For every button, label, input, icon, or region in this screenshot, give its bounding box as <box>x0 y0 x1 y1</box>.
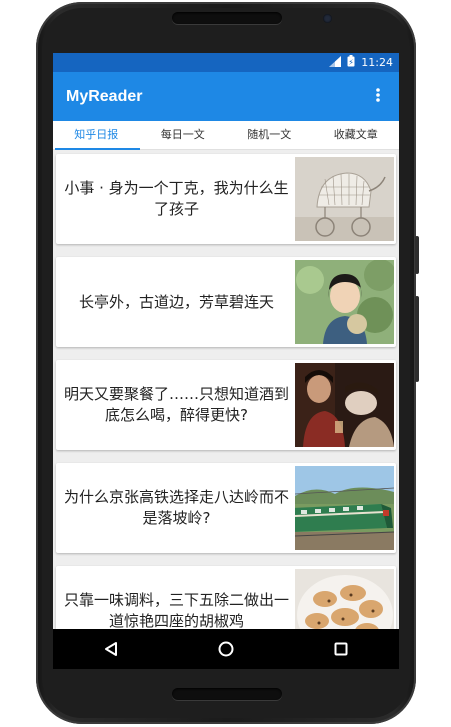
more-vert-icon[interactable] <box>371 86 385 107</box>
app-title: MyReader <box>66 87 143 105</box>
article-title: 只靠一味调料，三下五除二做出一道惊艳四座的胡椒鸡 <box>64 591 290 629</box>
article-title: 小事 · 身为一个丁克，我为什么生了孩子 <box>64 179 289 218</box>
tab-random-article[interactable]: 随机一文 <box>226 121 313 149</box>
girl-portrait-image <box>295 260 394 344</box>
power-button <box>415 236 419 274</box>
article-title: 长亭外，古道边，芳草碧连天 <box>78 292 274 311</box>
tab-daily-article[interactable]: 每日一文 <box>140 121 227 149</box>
bottom-speaker <box>172 688 282 700</box>
home-icon[interactable] <box>206 634 246 664</box>
volume-button <box>415 296 419 382</box>
article-list: 小事 · 身为一个丁克，我为什么生了孩子 长亭外，古道边，芳草碧连天 明天又要聚… <box>53 150 399 629</box>
front-camera <box>323 14 332 23</box>
tab-bar: 知乎日报 每日一文 随机一文 收藏文章 <box>53 121 399 150</box>
tab-favorites[interactable]: 收藏文章 <box>313 121 400 149</box>
recents-icon[interactable] <box>321 634 361 664</box>
baby-carriage-image <box>295 157 394 241</box>
back-icon[interactable] <box>91 634 131 664</box>
signal-icon <box>329 55 342 70</box>
article-title: 明天又要聚餐了……只想知道酒到底怎么喝，醉得更快? <box>64 385 290 424</box>
green-train-image <box>295 466 394 550</box>
battery-icon: ⚡ <box>347 55 355 70</box>
tab-zhihu-daily[interactable]: 知乎日报 <box>53 121 140 150</box>
svg-text:⚡: ⚡ <box>348 58 354 67</box>
status-time: 11:24 <box>361 56 393 69</box>
screen: ⚡ 11:24 MyReader 知乎日报 每日一文 随机一文 收藏文章 小事 … <box>53 53 399 629</box>
article-card[interactable]: 长亭外，古道边，芳草碧连天 <box>56 257 396 347</box>
article-card[interactable]: 明天又要聚餐了……只想知道酒到底怎么喝，醉得更快? <box>56 360 396 450</box>
drinking-scene-image <box>295 363 394 447</box>
top-speaker <box>172 12 282 24</box>
status-bar: ⚡ 11:24 <box>53 53 399 72</box>
article-card[interactable]: 小事 · 身为一个丁克，我为什么生了孩子 <box>56 154 396 244</box>
pepper-chicken-image <box>295 569 394 629</box>
article-title: 为什么京张高铁选择走八达岭而不是落坡岭? <box>64 488 290 527</box>
app-bar: MyReader <box>53 72 399 121</box>
article-card[interactable]: 只靠一味调料，三下五除二做出一道惊艳四座的胡椒鸡 <box>56 566 396 629</box>
article-card[interactable]: 为什么京张高铁选择走八达岭而不是落坡岭? <box>56 463 396 553</box>
navigation-bar <box>53 629 399 669</box>
